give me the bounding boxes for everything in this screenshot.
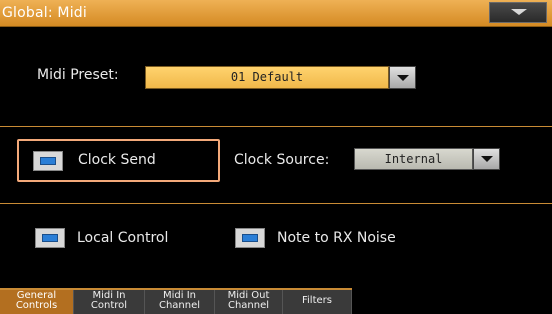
tab-general-controls[interactable]: General Controls <box>0 288 74 314</box>
tab-filters[interactable]: Filters <box>283 288 352 314</box>
triangle-down-icon <box>480 156 493 162</box>
tab-midi-in-channel[interactable]: Midi In Channel <box>145 288 215 314</box>
section-divider <box>0 203 552 204</box>
tab-label: Control <box>90 300 128 311</box>
checkbox-checked-mark <box>42 234 58 242</box>
clock-send-label: Clock Send <box>78 152 156 168</box>
tab-midi-out-channel[interactable]: Midi Out Channel <box>215 288 283 314</box>
chevron-down-icon <box>511 9 527 15</box>
tab-label: Controls <box>15 300 58 311</box>
tab-bar: General Controls Midi In Control Midi In… <box>0 288 552 314</box>
clock-source-dropdown-button[interactable] <box>473 148 500 170</box>
midi-preset-dropdown[interactable]: 01 Default <box>145 66 417 89</box>
note-to-rx-noise-checkbox[interactable] <box>235 228 265 248</box>
clock-source-label: Clock Source: <box>234 152 330 168</box>
clock-source-dropdown[interactable]: Internal <box>354 148 501 170</box>
tab-bar-top-border <box>0 288 352 290</box>
page-title: Global: Midi <box>2 5 87 21</box>
checkbox-checked-mark <box>40 157 56 165</box>
note-to-rx-noise-label: Note to RX Noise <box>277 230 396 246</box>
page-menu-button[interactable] <box>489 2 547 23</box>
title-bar: Global: Midi <box>0 0 552 27</box>
clock-send-checkbox[interactable] <box>33 151 63 171</box>
midi-preset-value[interactable]: 01 Default <box>145 66 389 89</box>
tab-label: Filters <box>302 295 332 306</box>
tab-label: Channel <box>227 300 270 311</box>
clock-source-value[interactable]: Internal <box>354 148 473 170</box>
tab-label: Channel <box>158 300 201 311</box>
tab-bar-empty-area <box>352 288 552 314</box>
local-control-label: Local Control <box>77 230 169 246</box>
triangle-down-icon <box>396 74 409 81</box>
midi-preset-dropdown-button[interactable] <box>389 66 416 89</box>
midi-preset-label: Midi Preset: <box>37 67 119 83</box>
tab-midi-in-control[interactable]: Midi In Control <box>74 288 145 314</box>
checkbox-checked-mark <box>242 234 258 242</box>
section-divider <box>0 126 552 127</box>
local-control-checkbox[interactable] <box>35 228 65 248</box>
